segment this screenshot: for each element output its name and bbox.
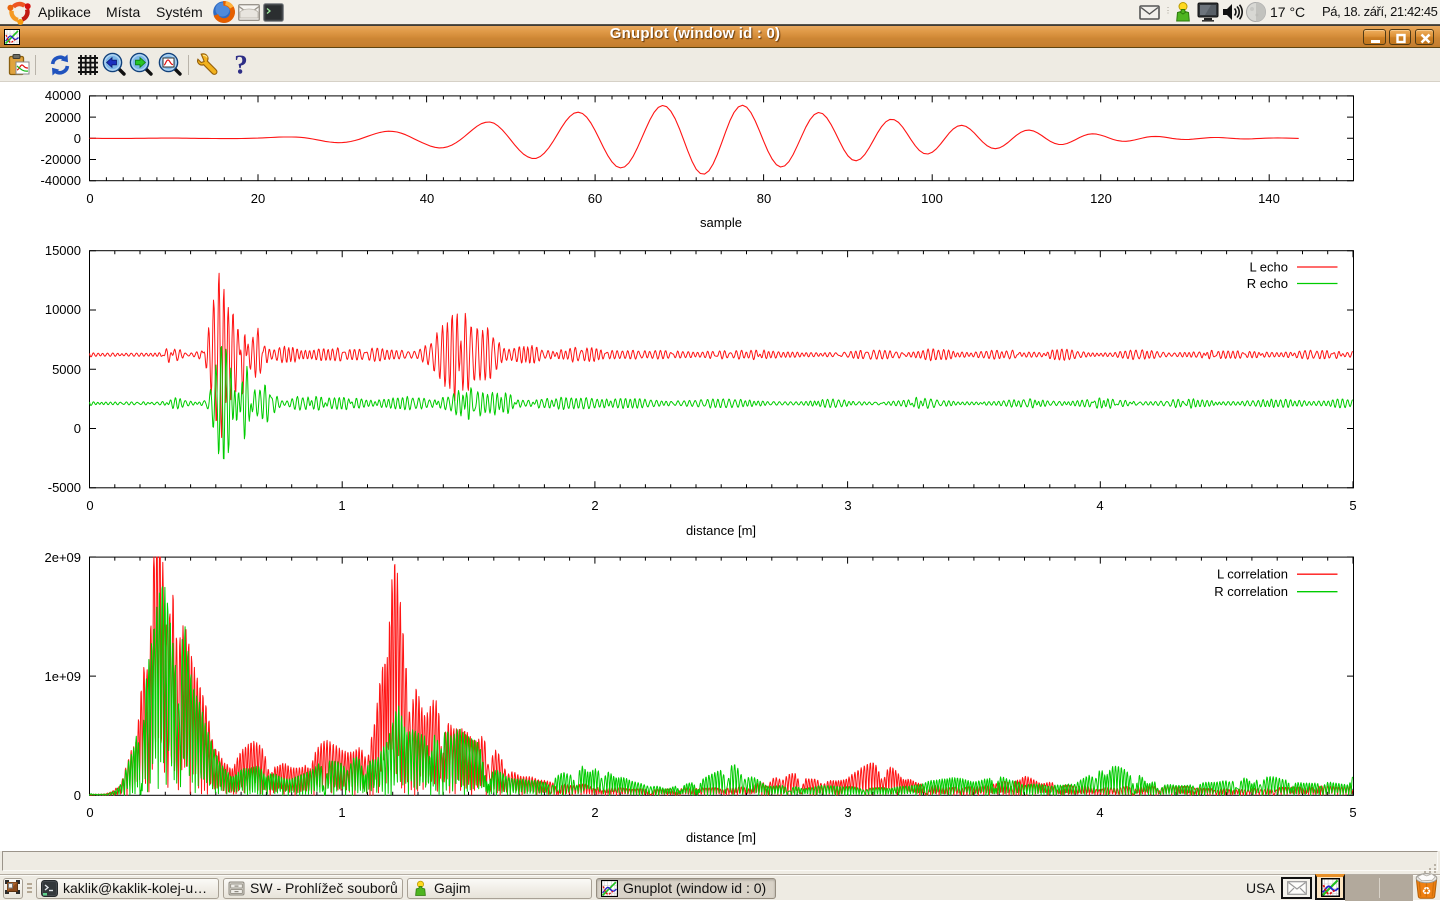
svg-text:R correlation: R correlation (1214, 584, 1288, 599)
svg-text:1: 1 (338, 805, 345, 820)
svg-text:5: 5 (1349, 805, 1356, 820)
svg-text:3: 3 (844, 805, 851, 820)
svg-text:?: ? (234, 53, 248, 77)
svg-text:3: 3 (844, 498, 851, 513)
svg-text:15000: 15000 (45, 243, 81, 258)
svg-text:0: 0 (86, 498, 93, 513)
svg-text:80: 80 (757, 191, 771, 206)
svg-text:-5000: -5000 (48, 480, 81, 495)
svg-text:distance [m]: distance [m] (686, 523, 756, 538)
svg-text:5000: 5000 (52, 362, 81, 377)
svg-text:sample: sample (700, 215, 742, 230)
svg-text:60: 60 (588, 191, 602, 206)
svg-text:♻: ♻ (1422, 886, 1431, 898)
svg-text:140: 140 (1258, 191, 1280, 206)
svg-text:0: 0 (74, 788, 81, 803)
svg-text:4: 4 (1096, 805, 1103, 820)
svg-text:0: 0 (86, 191, 93, 206)
svg-text:20: 20 (251, 191, 265, 206)
svg-text:2e+09: 2e+09 (44, 550, 81, 565)
svg-text:100: 100 (921, 191, 943, 206)
svg-text:5: 5 (1349, 498, 1356, 513)
svg-text:1: 1 (338, 498, 345, 513)
svg-text:10000: 10000 (45, 302, 81, 317)
svg-text:1e+09: 1e+09 (44, 669, 81, 684)
svg-text:L correlation: L correlation (1217, 567, 1288, 582)
svg-text:R echo: R echo (1247, 276, 1288, 291)
svg-text:120: 120 (1090, 191, 1112, 206)
svg-text:4: 4 (1096, 498, 1103, 513)
svg-text:2: 2 (591, 805, 598, 820)
svg-text:2: 2 (591, 498, 598, 513)
svg-text:L echo: L echo (1249, 260, 1288, 275)
svg-text:-40000: -40000 (41, 173, 81, 188)
svg-text:40: 40 (420, 191, 434, 206)
svg-text:0: 0 (74, 421, 81, 436)
svg-text:0: 0 (86, 805, 93, 820)
svg-text:40000: 40000 (45, 88, 81, 103)
svg-text:20000: 20000 (45, 110, 81, 125)
svg-text:0: 0 (74, 131, 81, 146)
svg-text:distance [m]: distance [m] (686, 830, 756, 845)
svg-text:-20000: -20000 (41, 152, 81, 167)
